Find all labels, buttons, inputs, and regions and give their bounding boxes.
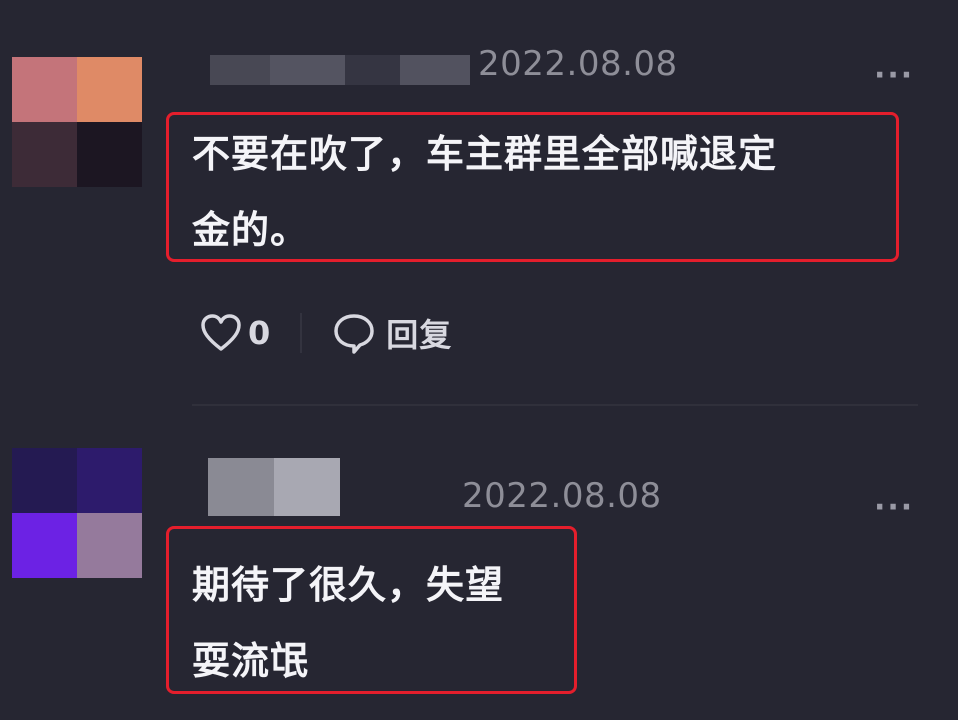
chat-bubble-icon: [334, 314, 375, 354]
username-blur-block: [270, 55, 345, 85]
comment-text-line: 不要在吹了，车主群里全部喊退定: [192, 132, 778, 176]
username-blur-block: [345, 55, 400, 85]
more-options-button[interactable]: ···: [874, 58, 914, 93]
avatar-tile: [77, 513, 142, 578]
username-blur-block: [210, 55, 270, 85]
more-options-button[interactable]: ···: [874, 490, 914, 525]
avatar[interactable]: [12, 57, 142, 187]
reply-button[interactable]: 回复: [332, 310, 452, 356]
username-blur-block: [400, 55, 470, 85]
comment-timestamp: 2022.08.08: [478, 44, 678, 84]
avatar[interactable]: [12, 448, 142, 578]
comment-timestamp: 2022.08.08: [462, 476, 662, 516]
avatar-tile: [12, 122, 77, 187]
like-count: 0: [248, 314, 271, 352]
action-separator: [300, 313, 303, 353]
username-blurred[interactable]: [210, 55, 470, 85]
comment-text-line: 金的。: [192, 208, 310, 252]
like-button[interactable]: 0: [200, 313, 270, 353]
avatar-tile: [77, 448, 142, 513]
avatar-tile: [12, 57, 77, 122]
avatar-tile: [77, 57, 142, 122]
username-blur-block: [274, 458, 340, 516]
username-blurred[interactable]: [208, 458, 340, 516]
username-blur-block: [208, 458, 274, 516]
comment-item: 2022.08.08 ··· 不要在吹了，车主群里全部喊退定 金的。 0 回复: [0, 0, 958, 420]
avatar-tile: [77, 122, 142, 187]
comment-item: 2022.08.08 ··· 期待了很久，失望 耍流氓: [0, 420, 958, 720]
heart-icon: [201, 314, 241, 351]
reply-label: 回复: [386, 316, 453, 354]
avatar-tile: [12, 448, 77, 513]
comment-divider: [192, 404, 918, 406]
avatar-tile: [12, 513, 77, 578]
comment-text-line: 耍流氓: [192, 639, 310, 683]
comment-actions: 0 回复: [200, 310, 452, 356]
comment-text-line: 期待了很久，失望: [192, 563, 505, 607]
